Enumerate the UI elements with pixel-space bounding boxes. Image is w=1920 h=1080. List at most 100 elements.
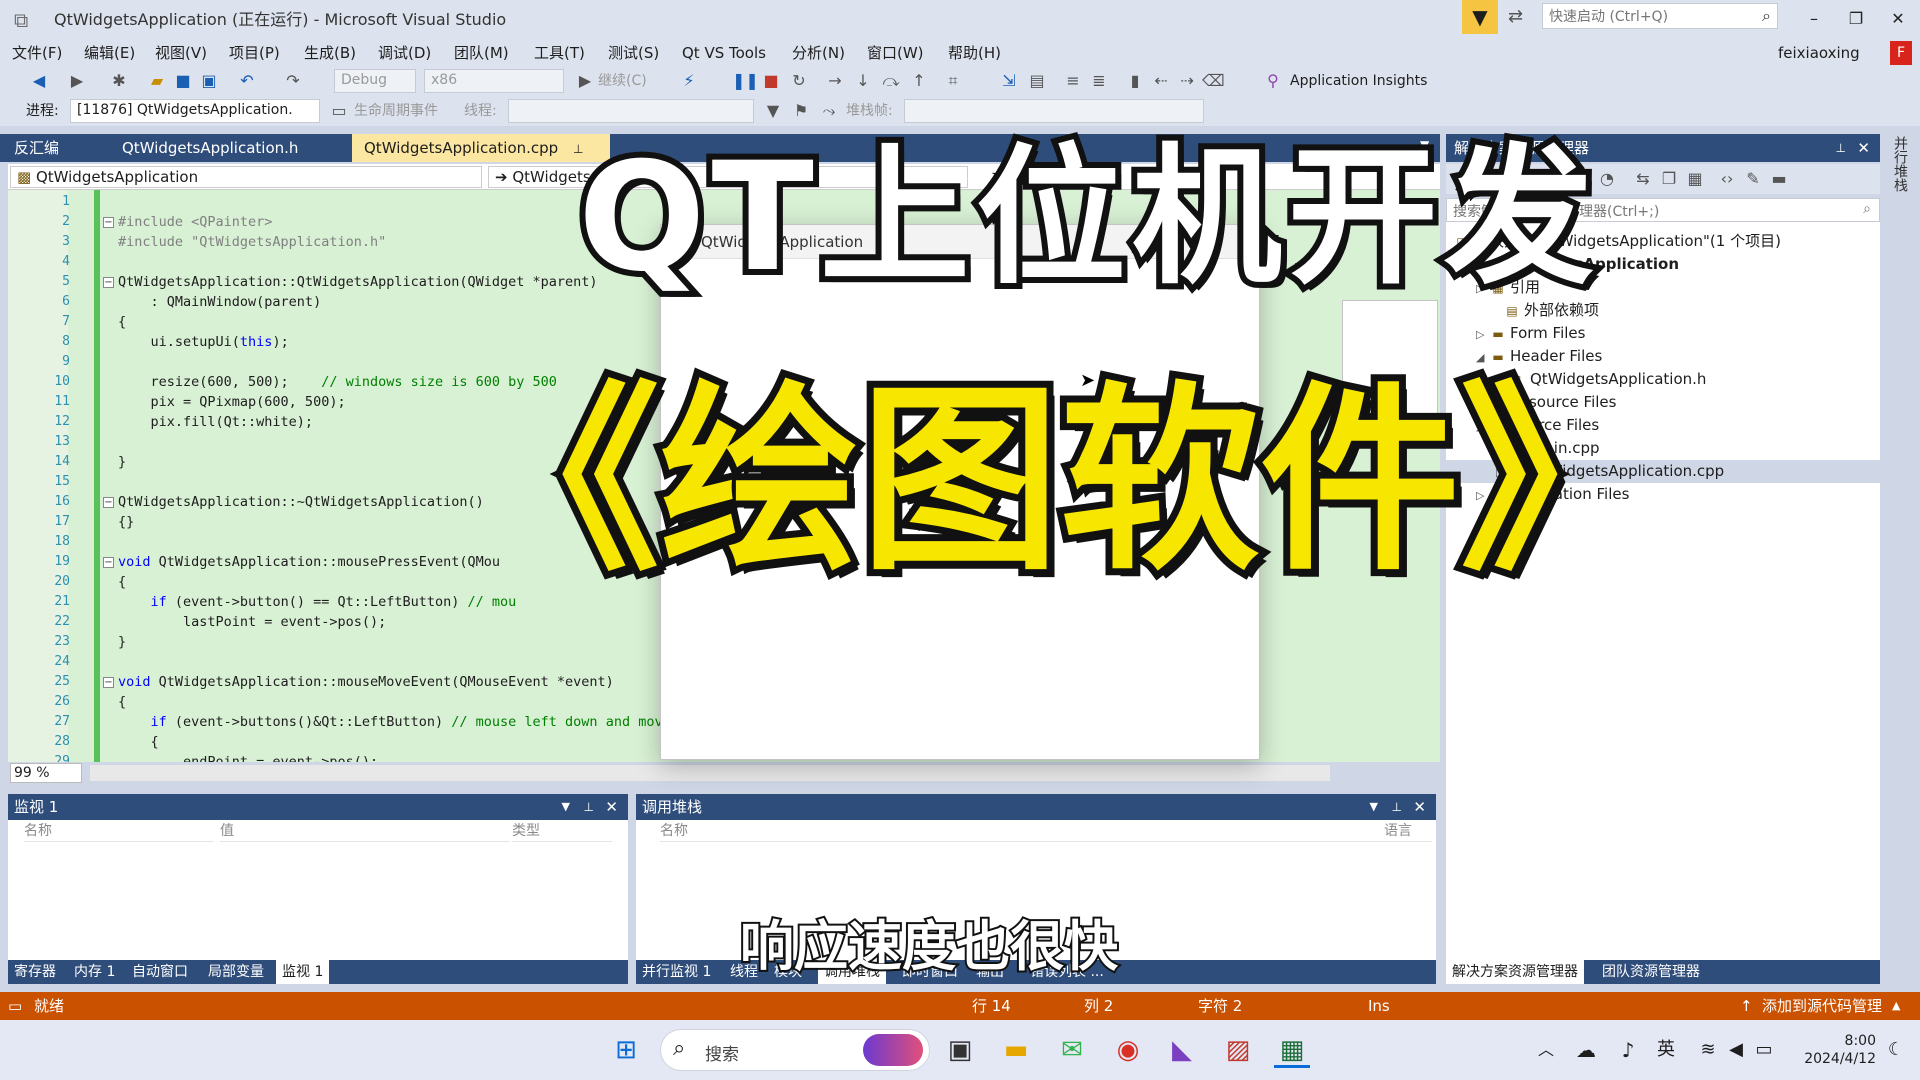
show-flagged-threads-icon[interactable]: ⚑ xyxy=(790,100,812,122)
continue-icon[interactable]: ▶ xyxy=(574,70,596,92)
undo-icon[interactable]: ↶ xyxy=(236,70,258,92)
file-explorer-icon[interactable]: ▬ xyxy=(998,1032,1034,1068)
code-line[interactable]: lastPoint = event->pos(); xyxy=(118,612,386,632)
cloud-icon[interactable]: ☁ xyxy=(1568,1032,1604,1068)
collapse-region-icon[interactable]: − xyxy=(103,677,114,688)
microphone-icon[interactable]: ♪ xyxy=(1610,1032,1646,1068)
tab-disassembly[interactable]: 反汇编 xyxy=(2,134,71,162)
code-line[interactable]: void QtWidgetsApplication::mousePressEve… xyxy=(118,552,500,572)
tab-solution-explorer[interactable]: 解决方案资源管理器 xyxy=(1446,960,1584,984)
code-line[interactable]: #include "QtWidgetsApplication.h" xyxy=(118,232,386,252)
battery-icon[interactable]: ▭ xyxy=(1746,1032,1782,1068)
taskbar-search-input[interactable]: ⌕ 搜索 xyxy=(660,1029,930,1071)
code-line[interactable]: #include <QPainter> xyxy=(118,212,272,232)
ime-indicator[interactable]: 英 xyxy=(1648,1032,1684,1068)
column-header-language[interactable]: 语言 xyxy=(1384,820,1432,842)
pin-icon[interactable]: ⊥ xyxy=(1836,134,1846,162)
avatar[interactable]: F xyxy=(1890,41,1912,65)
zoom-level-select[interactable]: 99 % xyxy=(10,763,82,783)
pin-icon[interactable]: ⊥ xyxy=(584,794,594,820)
back-icon[interactable]: ◀ xyxy=(28,70,50,92)
step-out-icon[interactable]: ↑ xyxy=(908,70,930,92)
notification-filter-icon[interactable]: ▼ xyxy=(1462,0,1498,34)
code-line[interactable]: if (event->buttons()&Qt::LeftButton) // … xyxy=(118,712,671,732)
indent-icon[interactable]: ≡ xyxy=(1062,70,1084,92)
menu-help[interactable]: 帮助(H) xyxy=(948,40,1001,66)
code-line[interactable]: {} xyxy=(118,512,134,532)
scope-select[interactable]: ▩ QtWidgetsApplication xyxy=(10,166,482,188)
tab-autos[interactable]: 自动窗口 xyxy=(126,960,194,984)
prev-bookmark-icon[interactable]: ⇠ xyxy=(1150,70,1172,92)
tab-registers[interactable]: 寄存器 xyxy=(8,960,62,984)
menu-build[interactable]: 生成(B) xyxy=(304,40,356,66)
continue-button[interactable]: 继续(C) xyxy=(598,70,647,92)
step-into-icon[interactable]: ↓ xyxy=(852,70,874,92)
collapse-region-icon[interactable]: − xyxy=(103,557,114,568)
tab-locals[interactable]: 局部变量 xyxy=(202,960,270,984)
horizontal-scrollbar[interactable] xyxy=(90,765,1330,781)
bookmark-icon[interactable]: ▮ xyxy=(1124,70,1146,92)
quick-launch-input[interactable]: 快速启动 (Ctrl+Q) ⌕ xyxy=(1542,3,1778,29)
preview-icon[interactable]: ▬ xyxy=(1768,168,1790,190)
thread-select[interactable] xyxy=(508,99,754,123)
forward-icon[interactable]: ▶ xyxy=(66,70,88,92)
show-all-files-icon[interactable]: ▦ xyxy=(1684,168,1706,190)
step-over-icon[interactable]: ⤼ xyxy=(880,70,902,92)
close-panel-icon[interactable]: ✕ xyxy=(605,794,618,820)
redo-icon[interactable]: ↷ xyxy=(282,70,304,92)
menu-analyze[interactable]: 分析(N) xyxy=(792,40,845,66)
application-insights-button[interactable]: Application Insights xyxy=(1290,70,1427,92)
code-line[interactable]: if (event->button() == Qt::LeftButton) /… xyxy=(118,592,517,612)
code-line[interactable]: { xyxy=(118,312,126,332)
column-header-type[interactable]: 类型 xyxy=(512,820,612,842)
solution-configuration-select[interactable]: Debug xyxy=(334,69,416,93)
tab-memory[interactable]: 内存 1 xyxy=(68,960,121,984)
close-button[interactable]: ✕ xyxy=(1880,6,1916,32)
tab-watch[interactable]: 监视 1 xyxy=(276,960,330,984)
save-icon[interactable]: ■ xyxy=(172,70,194,92)
stack-frame-icon[interactable]: ⤳ xyxy=(818,100,840,122)
flag-thread-icon[interactable]: ▼ xyxy=(762,100,784,122)
code-line[interactable]: QtWidgetsApplication::QtWidgetsApplicati… xyxy=(118,272,598,292)
account-name[interactable]: feixiaoxing xyxy=(1778,40,1860,66)
collapse-region-icon[interactable]: − xyxy=(103,497,114,508)
close-panel-icon[interactable]: ✕ xyxy=(1857,134,1870,162)
process-select[interactable]: [11876] QtWidgetsApplication. xyxy=(70,99,320,123)
code-line[interactable]: { xyxy=(118,572,126,592)
minimize-button[interactable]: – xyxy=(1796,6,1832,32)
parallel-stacks-tab[interactable]: 并行堆栈 xyxy=(1888,136,1910,192)
clear-bookmarks-icon[interactable]: ⌫ xyxy=(1202,70,1225,92)
close-panel-icon[interactable]: ✕ xyxy=(1413,794,1426,820)
show-next-statement-icon[interactable]: → xyxy=(824,70,846,92)
chevron-up-icon[interactable]: ▲ xyxy=(1892,992,1900,1020)
code-line[interactable]: QtWidgetsApplication::~QtWidgetsApplicat… xyxy=(118,492,484,512)
collapse-all-icon[interactable]: ❐ xyxy=(1658,168,1680,190)
column-header-name[interactable]: 名称 xyxy=(660,820,1390,842)
add-to-source-control-button[interactable]: 添加到源代码管理 xyxy=(1762,992,1882,1020)
menu-tools[interactable]: 工具(T) xyxy=(534,40,585,66)
attach-icon[interactable]: ⚡ xyxy=(678,70,700,92)
menu-team[interactable]: 团队(M) xyxy=(454,40,509,66)
break-all-icon[interactable]: ❚❚ xyxy=(732,70,759,92)
lifecycle-events-button[interactable]: 生命周期事件 xyxy=(354,100,438,122)
new-project-icon[interactable]: ✱ xyxy=(108,70,130,92)
code-line[interactable]: endPoint = event->pos(); xyxy=(118,752,378,762)
collapse-region-icon[interactable]: − xyxy=(103,217,114,228)
comment-icon[interactable]: ▤ xyxy=(1026,70,1048,92)
chevron-down-icon[interactable]: ▼ xyxy=(1370,794,1378,820)
task-view-icon[interactable]: ▣ xyxy=(942,1032,978,1068)
start-icon[interactable]: ⊞ xyxy=(608,1032,644,1068)
code-line[interactable]: { xyxy=(118,732,159,752)
code-line[interactable]: void QtWidgetsApplication::mouseMoveEven… xyxy=(118,672,614,692)
menu-view[interactable]: 视图(V) xyxy=(155,40,207,66)
code-line[interactable]: } xyxy=(118,632,126,652)
wechat-icon[interactable]: ✉ xyxy=(1054,1032,1090,1068)
chevron-down-icon[interactable]: ▼ xyxy=(562,794,570,820)
stop-debugging-icon[interactable]: ■ xyxy=(760,70,782,92)
lifecycle-events-icon[interactable]: ▭ xyxy=(328,100,350,122)
tab-source-file[interactable]: QtWidgetsApplication.cpp ⊥ ✕ xyxy=(352,134,610,186)
restart-icon[interactable]: ↻ xyxy=(788,70,810,92)
chevron-up-icon[interactable]: ︿ xyxy=(1528,1032,1564,1068)
code-line[interactable]: } xyxy=(118,452,126,472)
view-code-icon[interactable]: ‹› xyxy=(1716,168,1738,190)
